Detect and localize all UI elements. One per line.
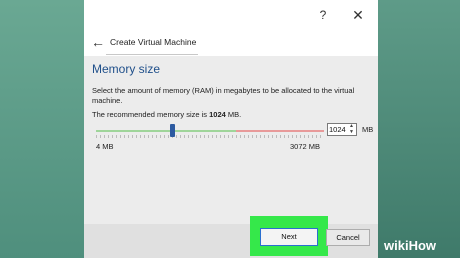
page-title: Memory size — [92, 62, 161, 76]
slider-ticks — [96, 135, 324, 138]
slider-track-danger — [236, 130, 324, 132]
wikihow-watermark: wikiHow — [384, 238, 436, 253]
wizard-content: Memory size Select the amount of memory … — [84, 56, 378, 224]
slider-max-label: 3072 MB — [290, 142, 321, 151]
watermark-how: How — [408, 238, 437, 253]
back-arrow-icon[interactable]: ← — [90, 34, 106, 50]
header-divider — [106, 54, 198, 55]
slider-track-safe — [96, 130, 236, 132]
create-vm-dialog: ? ✕ ← Create Virtual Machine Memory size… — [84, 0, 378, 258]
close-icon[interactable]: ✕ — [348, 5, 368, 25]
background-left — [0, 0, 84, 258]
memory-unit: MB — [362, 125, 374, 134]
memory-input[interactable] — [328, 124, 350, 135]
help-icon[interactable]: ? — [314, 6, 332, 24]
recommended-text: The recommended memory size is 1024 MB. — [92, 110, 241, 119]
background-right — [378, 0, 460, 258]
memory-slider[interactable] — [96, 122, 324, 140]
spin-arrows-icon[interactable]: ▲ ▼ — [349, 123, 356, 135]
page-description: Select the amount of memory (RAM) in meg… — [92, 86, 355, 105]
slider-min-label: 4 MB — [96, 142, 114, 151]
wizard-header: ← Create Virtual Machine — [84, 32, 378, 56]
watermark-wiki: wiki — [384, 238, 409, 253]
slider-handle[interactable] — [170, 124, 175, 137]
next-button[interactable]: Next — [260, 228, 318, 246]
cancel-button[interactable]: Cancel — [326, 229, 370, 246]
title-bar: ? ✕ — [84, 0, 378, 32]
recommended-suffix: MB. — [225, 110, 242, 119]
recommended-value: 1024 — [209, 110, 226, 119]
recommended-prefix: The recommended memory size is — [92, 110, 210, 119]
wizard-title: Create Virtual Machine — [110, 37, 197, 47]
memory-spinbox[interactable]: ▲▼ — [327, 123, 357, 136]
